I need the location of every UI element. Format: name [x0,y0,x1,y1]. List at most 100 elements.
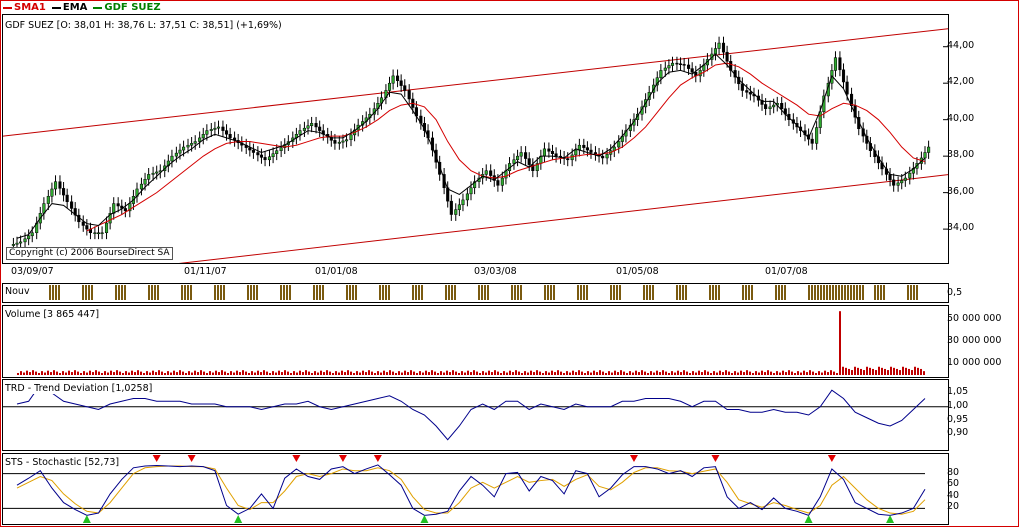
volume-bar [920,368,922,375]
nouv-marker [316,285,318,300]
volume-bar [569,372,571,375]
volume-bar [821,372,823,375]
nouv-marker [850,285,852,300]
candle-body [70,201,74,209]
nouv-marker [385,285,387,300]
stochastic-svg [3,455,926,523]
volume-bar [878,366,880,375]
volume-bar [350,371,352,375]
nouv-marker [859,285,861,300]
volume-bar [464,372,466,375]
buy-signal-arrow [82,515,91,523]
volume-bar [35,371,37,375]
volume-bar [50,372,52,375]
volume-bar [299,370,301,375]
nouv-marker [445,285,447,300]
x-tick-label: 03/03/08 [474,266,517,277]
candle-body [209,129,213,131]
legend: SMA1 EMA GDF SUEZ [3,2,161,13]
volume-bar [740,370,742,375]
volume-bar [362,370,364,375]
candle-body [900,180,904,184]
volume-bar [818,371,820,375]
stochastic-panel[interactable]: STS - Stochastic [52,73] [2,453,949,525]
volume-bar [71,372,73,375]
x-tick-label: 01/11/07 [184,266,227,277]
volume-bar [890,366,892,375]
candle-body [601,155,605,159]
volume-bar [365,372,367,375]
volume-bar [461,371,463,375]
volume-panel[interactable]: Volume [3 865 447] [2,305,949,378]
volume-bar [494,370,496,375]
volume-bar [254,372,256,375]
nouv-marker [223,285,225,300]
candle-body [19,241,23,244]
nouv-marker [352,285,354,300]
nouv-marker [49,285,51,300]
volume-bar [158,370,160,375]
volume-bar [908,368,910,375]
volume-bar [515,370,517,375]
candle-body [554,153,558,157]
nouv-marker [487,285,489,300]
volume-bar [563,373,565,375]
volume-bar [566,371,568,375]
candle-body [198,137,202,142]
candle-body [845,81,849,95]
candle-body [927,146,931,153]
volume-bar [239,372,241,375]
nouv-marker [484,285,486,300]
candle-body [46,196,50,204]
volume-bar [656,370,658,375]
nouv-marker [817,285,819,300]
volume-bar [425,370,427,375]
volume-bar [554,372,556,375]
nouv-marker [613,285,615,300]
nouv-marker [283,285,285,300]
volume-bar [293,371,295,375]
nouv-marker [154,285,156,300]
volume-bar [854,366,856,375]
candle-body [489,170,493,176]
volume-bar [392,371,394,375]
volume-bar [41,371,43,375]
candle-body [617,141,621,148]
trend-deviation-panel[interactable]: TRD - Trend Deviation [1,0258] [2,379,949,451]
volume-bar [773,373,775,375]
volume-bar [323,372,325,375]
volume-bar [704,370,706,375]
volume-bar [347,370,349,375]
candle-body [663,67,667,71]
candle-body [224,130,229,135]
candle-body [682,64,686,66]
volume-bar [107,372,109,375]
volume-bar [626,373,628,375]
volume-bar [680,372,682,375]
candle-body [659,70,663,78]
trend-deviation-title: TRD - Trend Deviation [1,0258] [5,383,153,394]
candle-body [155,171,159,174]
volume-bar [68,370,70,375]
candle-body [81,221,85,226]
candle-body [838,57,842,71]
volume-bar [224,371,226,375]
candle-body [170,155,174,162]
volume-bar [317,372,319,375]
volume-bar [605,373,607,375]
candle-body [314,123,318,128]
volume-bar [839,311,841,375]
volume-bar [587,371,589,375]
volume-bar [596,372,598,375]
volume-bar [845,367,847,375]
price-panel[interactable]: GDF SUEZ [O: 38,01 H: 38,76 L: 37,51 C: … [2,14,949,264]
volume-bar [449,372,451,375]
volume-bar [275,372,277,375]
volume-bar [389,370,391,375]
nouv-marker [652,285,654,300]
nouv-panel[interactable]: Nouv [2,283,949,303]
nouv-marker [784,285,786,300]
candle-body [23,238,27,243]
volume-bar [434,371,436,375]
trd-tick-label: 0,90 [947,427,969,439]
